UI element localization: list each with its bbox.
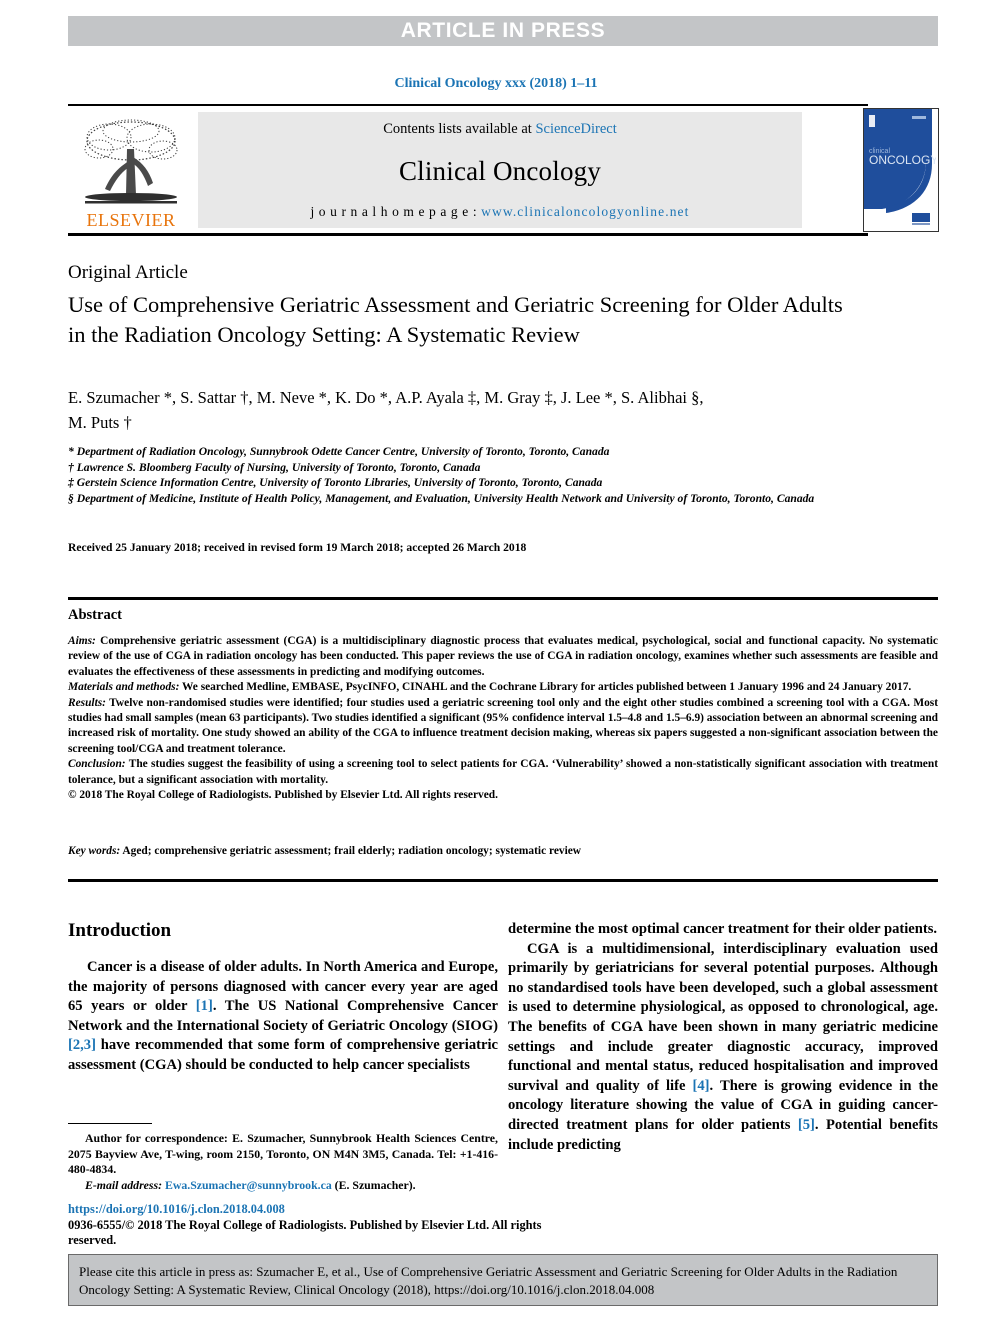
abstract-bottom-rule <box>68 879 938 882</box>
email-note: E-mail address: Ewa.Szumacher@sunnybrook… <box>68 1178 498 1194</box>
journal-cover-thumbnail: clinical ONCOLOGY <box>863 108 939 232</box>
journal-reference-line: Clinical Oncology xxx (2018) 1–11 <box>394 76 598 91</box>
body-column-left: Introduction Cancer is a disease of olde… <box>68 920 498 1076</box>
issn-copyright-line: 0936-6555/© 2018 The Royal College of Ra… <box>68 1218 542 1247</box>
article-in-press-banner: ARTICLE IN PRESS <box>68 16 938 46</box>
abstract-aims: Aims: Comprehensive geriatric assessment… <box>68 634 938 680</box>
abstract-body: Aims: Comprehensive geriatric assessment… <box>68 634 938 803</box>
author-list: E. Szumacher *, S. Sattar †, M. Neve *, … <box>68 385 868 435</box>
abstract-conclusion: Conclusion: The studies suggest the feas… <box>68 757 938 788</box>
abstract-copyright: © 2018 The Royal College of Radiologists… <box>68 789 498 802</box>
journal-masthead: ELSEVIER Contents lists available at Sci… <box>68 104 939 236</box>
author-line-2: M. Puts † <box>68 413 132 432</box>
homepage-prefix: j o u r n a l h o m e p a g e : <box>310 204 482 219</box>
abstract-conclusion-label: Conclusion: <box>68 758 126 771</box>
footnote-divider <box>68 1123 152 1124</box>
svg-text:ONCOLOGY: ONCOLOGY <box>869 153 936 167</box>
masthead-top-rule <box>68 104 868 106</box>
contents-available-line: Contents lists available at ScienceDirec… <box>383 121 617 138</box>
keywords-text: Aged; comprehensive geriatric assessment… <box>120 845 582 857</box>
contents-prefix: Contents lists available at <box>383 121 536 137</box>
affiliation-item: § Department of Medicine, Institute of H… <box>68 491 815 505</box>
intro-paragraph-left: Cancer is a disease of older adults. In … <box>68 958 498 1076</box>
intro-text-c: have recommended that some form of compr… <box>68 1037 498 1073</box>
affiliation-item: † Lawrence S. Bloomberg Faculty of Nursi… <box>68 460 481 474</box>
abstract-methods-text: We searched Medline, EMBASE, PsycINFO, C… <box>179 681 912 694</box>
doi-link[interactable]: https://doi.org/10.1016/j.clon.2018.04.0… <box>68 1202 568 1217</box>
article-page: ARTICLE IN PRESS Clinical Oncology xxx (… <box>0 0 992 1323</box>
intro-paragraph-right-1: determine the most optimal cancer treatm… <box>508 921 938 937</box>
email-link[interactable]: Ewa.Szumacher@sunnybrook.ca <box>162 1178 332 1192</box>
journal-cover-image: clinical ONCOLOGY <box>864 109 938 229</box>
intro-paragraph-right-2: CGA is a multidimensional, interdiscipli… <box>508 940 938 1156</box>
email-label: E-mail address: <box>85 1177 163 1192</box>
citation-ref-5[interactable]: [5] <box>798 1117 815 1133</box>
journal-homepage-line: j o u r n a l h o m e p a g e : www.clin… <box>310 204 689 220</box>
received-dates: Received 25 January 2018; received in re… <box>68 541 527 554</box>
citation-ref-1[interactable]: [1] <box>196 998 213 1014</box>
abstract-top-rule <box>68 597 938 600</box>
article-title: Use of Comprehensive Geriatric Assessmen… <box>68 292 843 347</box>
email-suffix: (E. Szumacher). <box>331 1177 416 1192</box>
body-column-right: determine the most optimal cancer treatm… <box>508 920 938 1155</box>
cga-text-a: CGA is a multidimensional, interdiscipli… <box>508 940 938 1094</box>
abstract-heading: Abstract <box>68 607 122 623</box>
keywords-label: Key words: <box>68 845 121 857</box>
footnote-block: Author for correspondence: E. Szumacher,… <box>68 1131 498 1193</box>
elsevier-wordmark: ELSEVIER <box>86 210 176 230</box>
abstract-results-label: Results: <box>68 696 106 709</box>
citation-ref-2-3[interactable]: [2,3] <box>68 1037 96 1053</box>
abstract-conclusion-text: The studies suggest the feasibility of u… <box>68 758 938 786</box>
abstract-aims-label: Aims: <box>68 635 96 647</box>
elsevier-tree-icon <box>84 119 178 204</box>
journal-title: Clinical Oncology <box>398 155 602 186</box>
affiliation-item: * Department of Radiation Oncology, Sunn… <box>68 445 610 458</box>
citation-footer-text: Please cite this article in press as: Sz… <box>79 1264 898 1297</box>
article-in-press-label: ARTICLE IN PRESS <box>400 19 606 42</box>
abstract-results-text: Twelve non-randomised studies were ident… <box>68 696 938 755</box>
citation-ref-4[interactable]: [4] <box>693 1078 710 1094</box>
elsevier-logo: ELSEVIER <box>72 110 190 230</box>
correspondence-note: Author for correspondence: E. Szumacher,… <box>68 1131 498 1176</box>
author-line-1: E. Szumacher *, S. Sattar †, M. Neve *, … <box>68 388 704 407</box>
masthead-center-panel: Contents lists available at ScienceDirec… <box>198 112 802 228</box>
abstract-results: Results: Twelve non-randomised studies w… <box>68 696 938 758</box>
article-type-label: Original Article <box>68 262 188 283</box>
affiliations: * Department of Radiation Oncology, Sunn… <box>68 444 868 506</box>
masthead-bottom-rule <box>68 233 868 236</box>
abstract-methods-label: Materials and methods: <box>68 681 180 694</box>
abstract-methods: Materials and methods: We searched Medli… <box>68 680 938 695</box>
introduction-heading: Introduction <box>68 920 172 941</box>
keywords-line: Key words: Aged; comprehensive geriatric… <box>68 845 938 857</box>
abstract-aims-text: Comprehensive geriatric assessment (CGA)… <box>68 635 938 678</box>
journal-homepage-link[interactable]: www.clinicaloncologyonline.net <box>481 204 689 219</box>
citation-footer-box: Please cite this article in press as: Sz… <box>68 1254 938 1306</box>
affiliation-item: ‡ Gerstein Science Information Centre, U… <box>68 476 603 489</box>
sciencedirect-link[interactable]: ScienceDirect <box>535 121 616 137</box>
